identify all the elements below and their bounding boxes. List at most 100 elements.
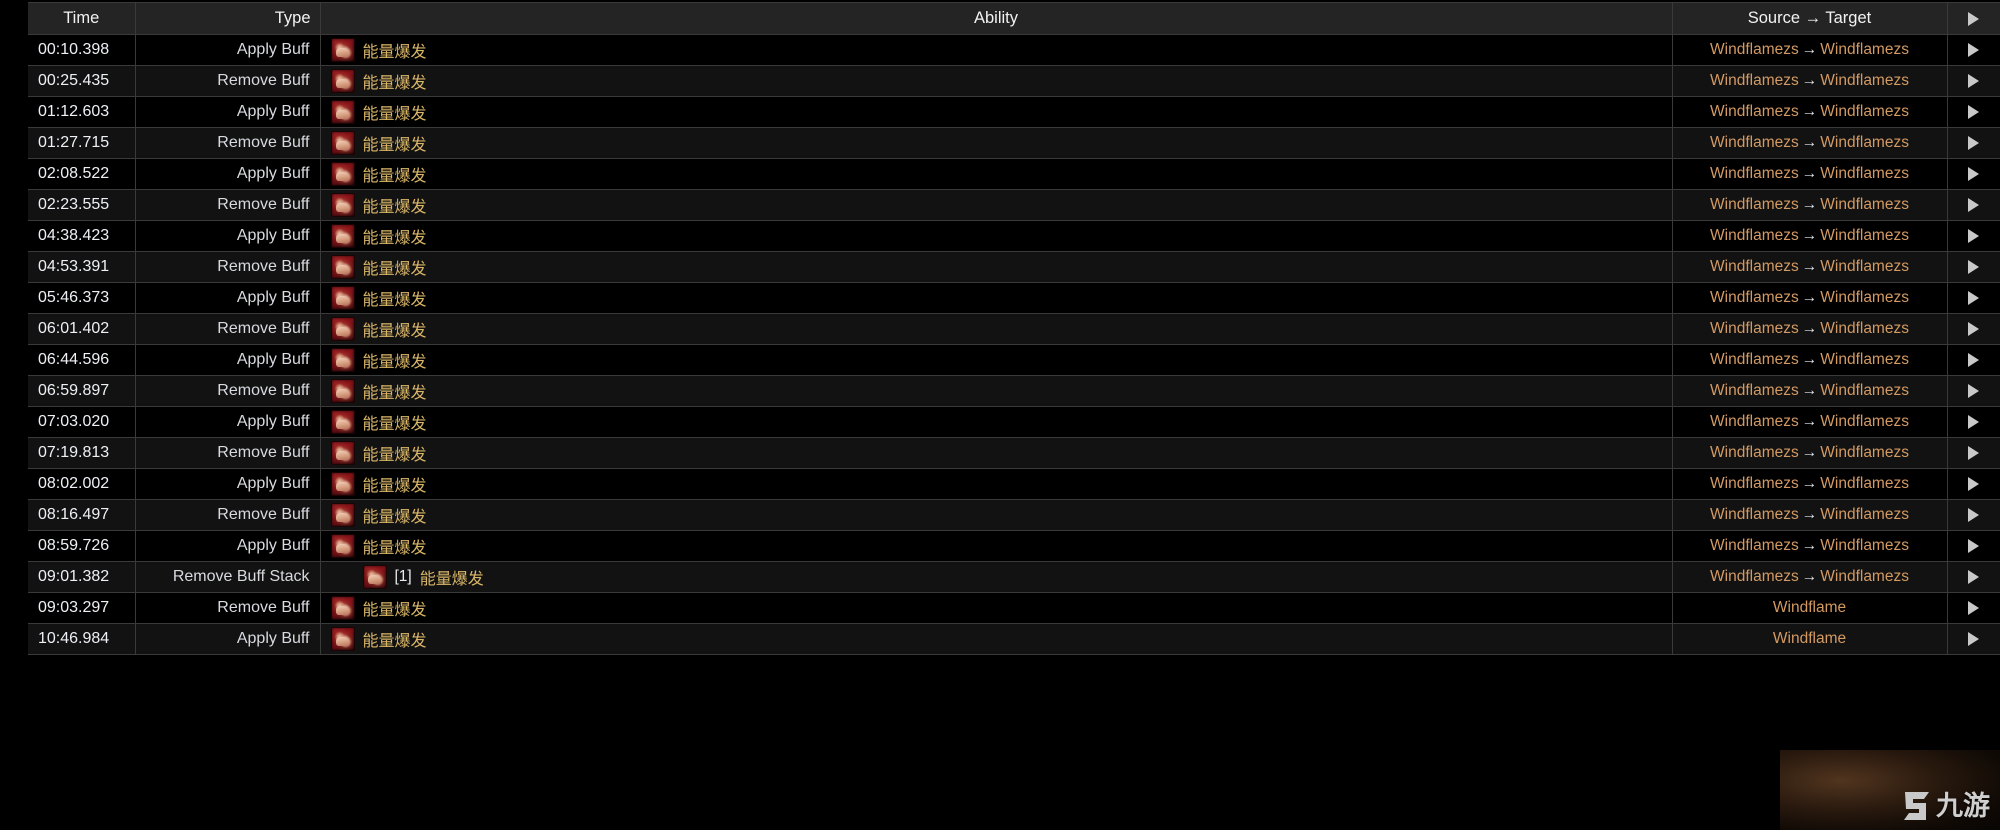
target-link[interactable]: Windflamezs bbox=[1820, 103, 1909, 120]
source-link[interactable]: Windflamezs bbox=[1710, 165, 1799, 182]
source-link[interactable]: Windflamezs bbox=[1710, 351, 1799, 368]
source-link[interactable]: Windflamezs bbox=[1710, 41, 1799, 58]
cell-expand-row[interactable] bbox=[1947, 375, 2000, 407]
target-link[interactable]: Windflamezs bbox=[1820, 41, 1909, 58]
target-link[interactable]: Windflamezs bbox=[1820, 72, 1909, 89]
ability-icon[interactable] bbox=[330, 38, 355, 62]
column-header-type[interactable]: Type bbox=[135, 2, 321, 35]
table-row[interactable]: 04:38.423 Apply Buff 能量爆发 Windflamezs → Windf… bbox=[28, 220, 2000, 252]
cell-expand-row[interactable] bbox=[1947, 344, 2000, 376]
cell-expand-row[interactable] bbox=[1947, 251, 2000, 283]
column-header-source-target[interactable]: Source → Target bbox=[1672, 2, 1948, 35]
ability-name-link[interactable]: 能量爆发 bbox=[363, 131, 427, 155]
ability-name-link[interactable]: 能量爆发 bbox=[363, 193, 427, 217]
combat-log-table-container[interactable]: Time Type Ability Source → Target 00:10.… bbox=[28, 2, 2000, 830]
column-header-time[interactable]: Time bbox=[28, 2, 136, 35]
table-row[interactable]: 08:59.726 Apply Buff 能量爆发 Windflamezs → Windf… bbox=[28, 530, 2000, 562]
cell-expand-row[interactable] bbox=[1947, 65, 2000, 97]
cell-expand-row[interactable] bbox=[1947, 96, 2000, 128]
cell-expand-row[interactable] bbox=[1947, 437, 2000, 469]
source-link[interactable]: Windflamezs bbox=[1710, 103, 1799, 120]
source-link[interactable]: Windflamezs bbox=[1710, 444, 1799, 461]
ability-icon[interactable] bbox=[330, 224, 355, 248]
column-header-ability[interactable]: Ability bbox=[320, 2, 1673, 35]
table-row[interactable]: 02:23.555 Remove Buff 能量爆发 Windflamezs → Wind… bbox=[28, 189, 2000, 221]
ability-icon[interactable] bbox=[330, 410, 355, 434]
source-link[interactable]: Windflamezs bbox=[1710, 537, 1799, 554]
ability-icon[interactable] bbox=[330, 286, 355, 310]
cell-expand-row[interactable] bbox=[1947, 499, 2000, 531]
ability-icon[interactable] bbox=[330, 379, 355, 403]
ability-name-link[interactable]: 能量爆发 bbox=[363, 162, 427, 186]
ability-name-link[interactable]: 能量爆发 bbox=[363, 410, 427, 434]
table-row[interactable]: 01:12.603 Apply Buff 能量爆发 Windflamezs → Windf… bbox=[28, 96, 2000, 128]
target-link[interactable]: Windflamezs bbox=[1820, 568, 1909, 585]
table-row[interactable]: 01:27.715 Remove Buff 能量爆发 Windflamezs → Wind… bbox=[28, 127, 2000, 159]
table-row[interactable]: 00:25.435 Remove Buff 能量爆发 Windflamezs → Wind… bbox=[28, 65, 2000, 97]
ability-icon[interactable] bbox=[330, 317, 355, 341]
source-link[interactable]: Windflamezs bbox=[1710, 382, 1799, 399]
ability-icon[interactable] bbox=[330, 255, 355, 279]
cell-expand-row[interactable] bbox=[1947, 313, 2000, 345]
source-link[interactable]: Windflamezs bbox=[1710, 196, 1799, 213]
target-link[interactable]: Windflamezs bbox=[1820, 320, 1909, 337]
ability-icon[interactable] bbox=[362, 565, 387, 589]
source-link[interactable]: Windflamezs bbox=[1710, 320, 1799, 337]
source-link[interactable]: Windflamezs bbox=[1710, 475, 1799, 492]
target-link[interactable]: Windflamezs bbox=[1820, 537, 1909, 554]
ability-icon[interactable] bbox=[330, 534, 355, 558]
table-row[interactable]: 06:01.402 Remove Buff 能量爆发 Windflamezs → Wind… bbox=[28, 313, 2000, 345]
ability-name-link[interactable]: 能量爆发 bbox=[363, 379, 427, 403]
source-link[interactable]: Windflamezs bbox=[1710, 72, 1799, 89]
source-link[interactable]: Windflame bbox=[1773, 599, 1846, 616]
cell-expand-row[interactable] bbox=[1947, 592, 2000, 624]
target-link[interactable]: Windflamezs bbox=[1820, 258, 1909, 275]
cell-expand-row[interactable] bbox=[1947, 468, 2000, 500]
source-link[interactable]: Windflame bbox=[1773, 630, 1846, 647]
ability-icon[interactable] bbox=[330, 162, 355, 186]
ability-icon[interactable] bbox=[330, 348, 355, 372]
ability-name-link[interactable]: 能量爆发 bbox=[363, 534, 427, 558]
source-link[interactable]: Windflamezs bbox=[1710, 258, 1799, 275]
ability-name-link[interactable]: 能量爆发 bbox=[363, 255, 427, 279]
target-link[interactable]: Windflamezs bbox=[1820, 134, 1909, 151]
ability-name-link[interactable]: 能量爆发 bbox=[363, 472, 427, 496]
ability-name-link[interactable]: 能量爆发 bbox=[363, 441, 427, 465]
source-link[interactable]: Windflamezs bbox=[1710, 227, 1799, 244]
target-link[interactable]: Windflamezs bbox=[1820, 351, 1909, 368]
ability-name-link[interactable]: 能量爆发 bbox=[363, 317, 427, 341]
table-row[interactable]: 09:01.382 Remove Buff Stack [1] 能量爆发 Windfla… bbox=[28, 561, 2000, 593]
table-row[interactable]: 07:19.813 Remove Buff 能量爆发 Windflamezs → Wind… bbox=[28, 437, 2000, 469]
cell-expand-row[interactable] bbox=[1947, 220, 2000, 252]
ability-name-link[interactable]: 能量爆发 bbox=[363, 503, 427, 527]
table-row[interactable]: 08:16.497 Remove Buff 能量爆发 Windflamezs → Wind… bbox=[28, 499, 2000, 531]
ability-name-link[interactable]: 能量爆发 bbox=[363, 224, 427, 248]
ability-name-link[interactable]: 能量爆发 bbox=[363, 348, 427, 372]
ability-name-link[interactable]: 能量爆发 bbox=[363, 286, 427, 310]
ability-icon[interactable] bbox=[330, 193, 355, 217]
ability-icon[interactable] bbox=[330, 627, 355, 651]
ability-icon[interactable] bbox=[330, 503, 355, 527]
source-link[interactable]: Windflamezs bbox=[1710, 506, 1799, 523]
cell-expand-row[interactable] bbox=[1947, 623, 2000, 655]
cell-expand-row[interactable] bbox=[1947, 158, 2000, 190]
table-row[interactable]: 05:46.373 Apply Buff 能量爆发 Windflamezs → Windf… bbox=[28, 282, 2000, 314]
ability-name-link[interactable]: 能量爆发 bbox=[420, 565, 484, 589]
target-link[interactable]: Windflamezs bbox=[1820, 289, 1909, 306]
ability-icon[interactable] bbox=[330, 131, 355, 155]
target-link[interactable]: Windflamezs bbox=[1820, 475, 1909, 492]
ability-name-link[interactable]: 能量爆发 bbox=[363, 69, 427, 93]
cell-expand-row[interactable] bbox=[1947, 530, 2000, 562]
cell-expand-row[interactable] bbox=[1947, 406, 2000, 438]
table-row[interactable]: 06:59.897 Remove Buff 能量爆发 Windflamezs → Wind… bbox=[28, 375, 2000, 407]
ability-name-link[interactable]: 能量爆发 bbox=[363, 38, 427, 62]
ability-icon[interactable] bbox=[330, 441, 355, 465]
ability-name-link[interactable]: 能量爆发 bbox=[363, 100, 427, 124]
target-link[interactable]: Windflamezs bbox=[1820, 444, 1909, 461]
ability-name-link[interactable]: 能量爆发 bbox=[363, 627, 427, 651]
target-link[interactable]: Windflamezs bbox=[1820, 382, 1909, 399]
table-row[interactable]: 06:44.596 Apply Buff 能量爆发 Windflamezs → Windf… bbox=[28, 344, 2000, 376]
target-link[interactable]: Windflamezs bbox=[1820, 227, 1909, 244]
ability-name-link[interactable]: 能量爆发 bbox=[363, 596, 427, 620]
source-link[interactable]: Windflamezs bbox=[1710, 413, 1799, 430]
